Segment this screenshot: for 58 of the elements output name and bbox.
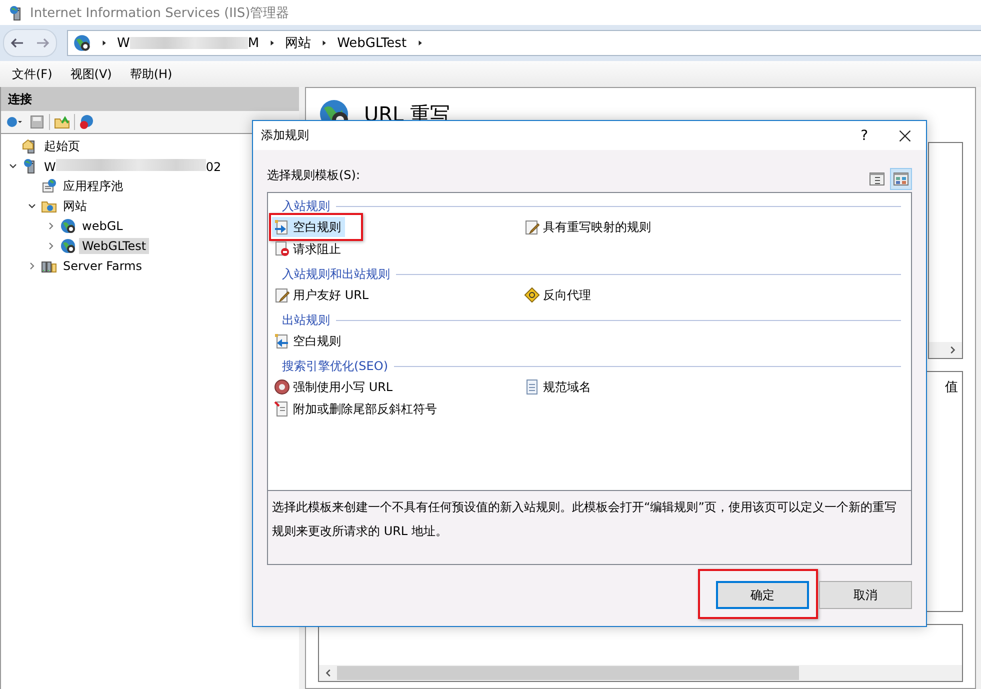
seal-icon [274,379,290,395]
tree-item-text: W [44,160,56,174]
disconnect-icon[interactable] [79,114,95,130]
ok-button[interactable]: 确定 [716,581,809,609]
scroll-right-icon[interactable] [948,345,958,355]
tiles-view-icon [893,171,909,187]
globe-icon [73,34,91,52]
globe-icon [60,218,76,234]
group-header: 搜索引擎优化(SEO) [282,358,388,374]
breadcrumb-text[interactable]: W [117,36,130,50]
save-icon[interactable] [29,114,45,130]
menu-item[interactable]: 文件(F) [6,64,58,84]
template-item[interactable]: 具有重写映射的规则 [522,217,655,237]
details-view-icon [869,171,885,187]
template-item[interactable]: 反向代理 [522,285,595,305]
cancel-button[interactable]: 取消 [819,581,912,609]
group-header: 入站规则和出站规则 [282,266,390,282]
tree-item[interactable]: 应用程序池 [60,176,126,196]
scroll-left-icon[interactable] [323,668,333,678]
template-item[interactable]: 请求阻止 [272,239,345,259]
document-pencil-icon [274,287,290,303]
tree-item[interactable]: Server Farms [60,258,145,274]
folder-up-icon[interactable] [54,114,70,130]
menu-item[interactable]: 帮助(H) [124,64,178,84]
help-button[interactable]: ? [860,128,868,144]
window-title: Internet Information Services (IIS)管理器 [30,4,290,22]
template-item[interactable]: 附加或删除尾部反斜杠符号 [272,399,441,419]
tree-item-text: 02 [206,160,222,174]
breadcrumb[interactable]: 网站 [285,34,312,52]
document-stop-icon [274,241,290,257]
document-icon [274,401,290,417]
tree-item[interactable]: 起始页 [41,136,83,156]
template-item[interactable]: 空白规则 [272,217,345,237]
menu-item[interactable]: 视图(V) [64,64,118,84]
scrollbar-thumb[interactable] [337,666,799,680]
description-text: 选择此模板来创建一个不具有任何预设值的新入站规则。此模板会打开“编辑规则”页，使用该页可以定义一个新的重写规则来更改所请求的 URL 地址。 [267,491,912,565]
panel-header: 连接 [1,87,299,111]
address-bar[interactable]: W M 网站 WebGLTest [67,30,981,56]
template-item[interactable]: 空白规则 [272,331,345,351]
template-item[interactable]: 用户友好 URL [272,285,373,305]
template-item[interactable]: 规范域名 [522,377,595,397]
group-header: 入站规则 [282,198,330,214]
close-icon[interactable] [898,128,912,142]
template-item[interactable]: 强制使用小写 URL [272,377,397,397]
breadcrumb-text[interactable]: M [248,36,260,50]
document-icon [524,379,540,395]
tree-item[interactable]: 网站 [60,196,90,216]
tree-item[interactable]: webGL [79,218,126,234]
field-label: 选择规则模板(S): [267,167,360,184]
tree-item[interactable]: WebGLTest [79,238,150,254]
group-header: 出站规则 [282,312,330,328]
app-pool-icon [41,178,57,194]
dialog-title: 添加规则 [261,127,310,144]
breadcrumb[interactable]: WebGLTest [337,36,407,50]
globe-icon [60,238,76,254]
document-pencil-icon [524,219,540,235]
view-toggle[interactable] [890,168,912,190]
column-header: 值 [945,379,958,396]
